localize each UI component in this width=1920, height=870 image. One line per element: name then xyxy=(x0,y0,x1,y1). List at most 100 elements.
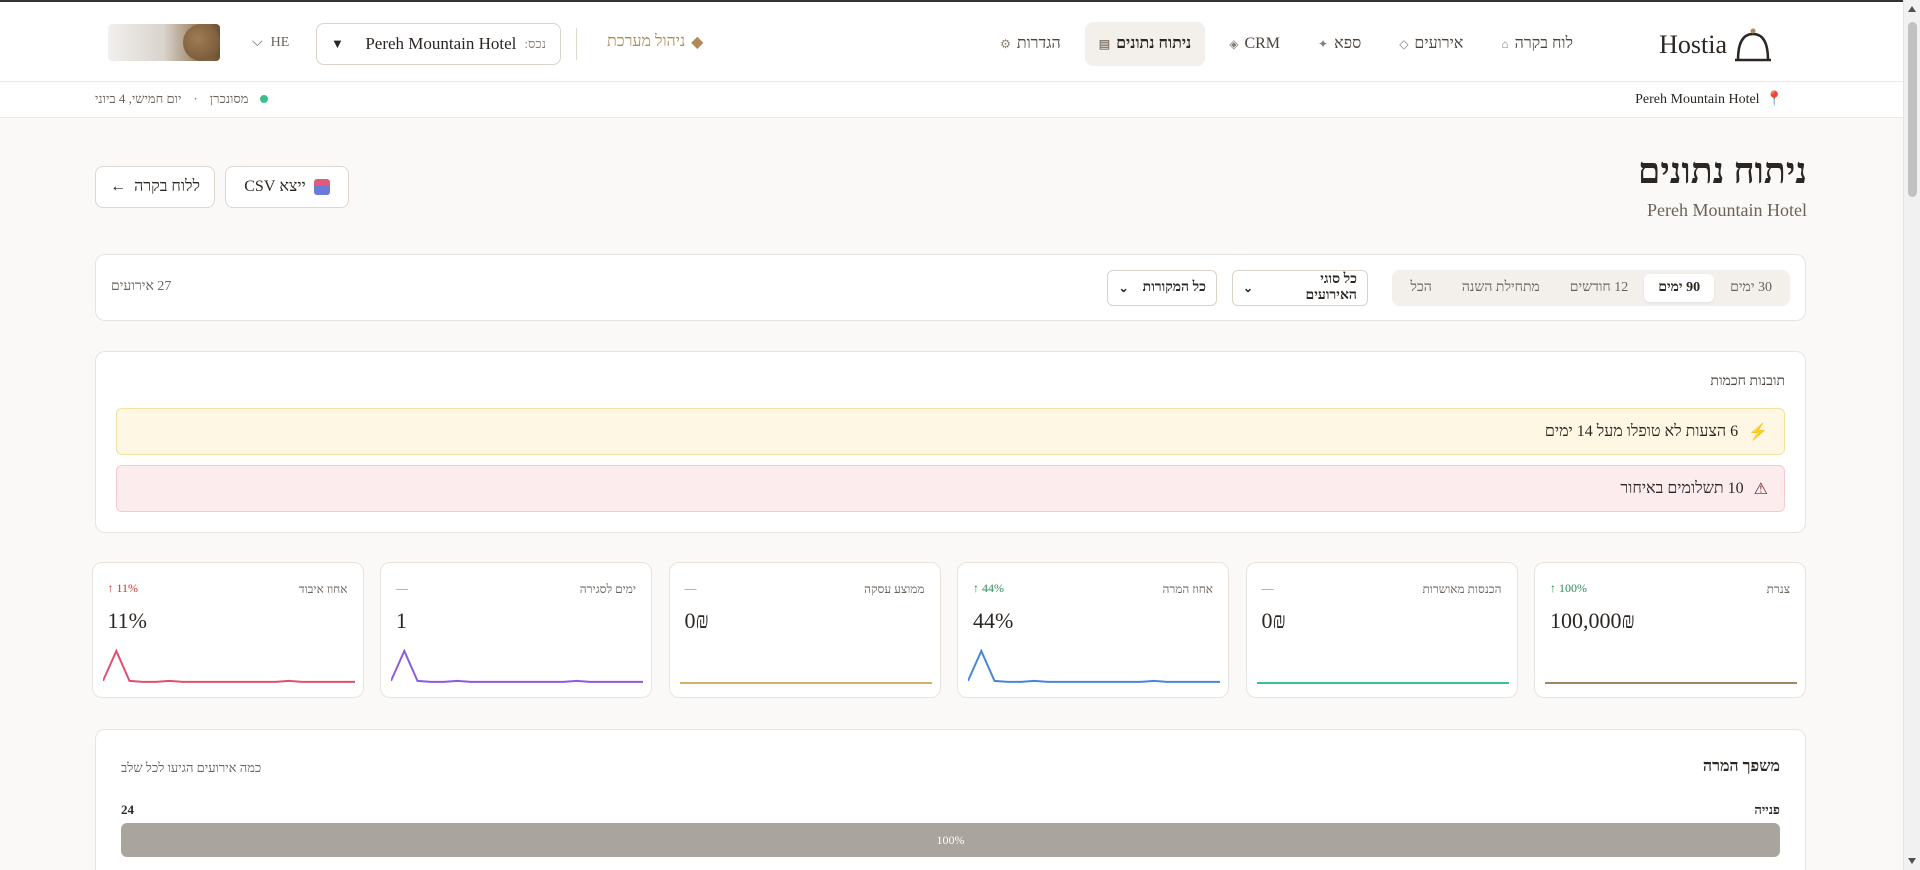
period-option[interactable]: 30 ימים xyxy=(1716,274,1786,302)
current-date: יום חמישי, 4 ביוני xyxy=(95,91,182,106)
separator: · xyxy=(193,91,198,106)
bell-dome-icon xyxy=(1735,28,1771,62)
brand-name: Hostia xyxy=(1659,30,1727,59)
export-csv-label: ייצא CSV xyxy=(244,178,306,195)
events-count: 27 אירועים xyxy=(111,279,172,294)
kpi-delta: ↑ 44% xyxy=(973,581,1004,595)
kpi-value: 100,000₪ xyxy=(1550,608,1635,633)
kpi-sparkline xyxy=(1256,682,1509,684)
sync-status-text: מסונכרן xyxy=(209,91,249,106)
sparkline-series xyxy=(968,648,1220,683)
kpi-card[interactable]: אחוז איבוד ↑ 11% 11% xyxy=(91,562,364,698)
nav-item-label: הגדרות xyxy=(1016,35,1061,52)
period-option[interactable]: מתחילת השנה xyxy=(1448,274,1554,302)
admin-link[interactable]: ◆ ניהול מערכת xyxy=(607,32,703,52)
chevron-down-icon: ⌄ xyxy=(1243,280,1254,295)
kpi-value: 0₪ xyxy=(1261,608,1286,633)
scrollbar-thumb[interactable] xyxy=(1908,22,1917,197)
sync-status: מסונכרן · יום חמישי, 4 ביוני xyxy=(95,91,269,107)
export-csv-button[interactable]: ייצא CSV xyxy=(225,166,349,208)
insight-alert-text: 10 תשלומים באיחור xyxy=(1620,479,1744,497)
funnel-subtitle: כמה אירועים הגיעו לכל שלב xyxy=(121,760,262,775)
insight-alert-danger[interactable]: ⚠ 10 תשלומים באיחור xyxy=(116,465,1785,512)
kpi-title: צנרת xyxy=(1766,582,1790,596)
nav-icon: ◈ xyxy=(1229,36,1239,51)
scroll-up-icon[interactable] xyxy=(1908,6,1916,12)
event-type-value: כל סוגי האירועים xyxy=(1305,272,1357,303)
kpi-card[interactable]: אחוז המרה ↑ 44% 44% xyxy=(957,562,1229,698)
filters-bar: 30 ימים 90 ימים 12 חודשים מתחילת השנה הכל כל… xyxy=(95,254,1806,321)
nav-item-1[interactable]: אירועים ◇ xyxy=(1385,22,1477,66)
language-code: HE xyxy=(270,35,290,50)
user-avatar[interactable] xyxy=(108,24,220,61)
sparkline-series xyxy=(391,648,643,683)
download-icon xyxy=(313,179,330,195)
lightning-icon: ⚡ xyxy=(1748,423,1768,441)
kpi-delta: ↑ 11% xyxy=(107,581,139,595)
source-value: כל המקורות xyxy=(1142,280,1206,295)
event-type-select[interactable]: כל סוגי האירועים ⌄ xyxy=(1232,270,1368,306)
brand-logo[interactable]: Hostia xyxy=(1659,26,1773,64)
kpi-title: אחוז איבוד xyxy=(298,582,348,596)
kpi-delta: — xyxy=(396,581,408,595)
kpi-value: 44% xyxy=(973,608,1014,633)
kpi-card[interactable]: הכנסות מאושרות — 0₪ xyxy=(1245,562,1518,698)
sparkline-series xyxy=(102,648,355,683)
warning-icon: ⚠ xyxy=(1753,480,1768,498)
chevron-down-icon: ⌵ xyxy=(252,35,263,50)
period-option[interactable]: 90 ימים xyxy=(1644,274,1715,302)
nav-item-label: ספא xyxy=(1334,35,1362,52)
page-subtitle: Pereh Mountain Hotel xyxy=(1647,200,1807,220)
current-hotel: 📍 Pereh Mountain Hotel xyxy=(1635,91,1783,108)
kpi-value: 11% xyxy=(107,608,148,633)
property-select-value: Pereh Mountain Hotel xyxy=(365,34,517,53)
kpi-card[interactable]: ממוצע עסקה — 0₪ xyxy=(668,562,941,698)
smart-insights-panel: תובנות חכמות ⚡ 6 הצעות לא טופלו מעל 14 י… xyxy=(95,351,1806,533)
nav-item-label: ניתוח נתונים xyxy=(1116,35,1192,52)
nav-item-5[interactable]: הגדרות ⚙ xyxy=(986,22,1075,66)
nav-divider xyxy=(576,28,577,60)
kpi-sparkline xyxy=(968,648,1220,683)
kpi-title: ממוצע עסקה xyxy=(864,582,925,596)
period-option[interactable]: 12 חודשים xyxy=(1556,274,1642,302)
kpi-title: הכנסות מאושרות xyxy=(1422,582,1502,596)
nav-item-3[interactable]: CRM ◈ xyxy=(1215,22,1294,66)
source-select[interactable]: כל המקורות ⌄ xyxy=(1107,270,1217,306)
funnel-stage-percent: 100% xyxy=(936,832,965,847)
nav-icon: ◇ xyxy=(1399,36,1409,51)
kpi-title: אחוז המרה xyxy=(1162,582,1213,596)
period-option[interactable]: הכל xyxy=(1396,274,1445,302)
nav-item-4[interactable]: ניתוח נתונים ▤ xyxy=(1084,22,1206,66)
nav-item-2[interactable]: ספא ✦ xyxy=(1304,22,1375,66)
scroll-down-icon[interactable] xyxy=(1908,858,1916,864)
kpi-value: 0₪ xyxy=(684,608,709,633)
kpi-title: ימים לסגירה xyxy=(579,582,636,596)
back-to-dashboard-button[interactable]: ללוח בקרה ← xyxy=(95,166,215,208)
insight-alert-warning[interactable]: ⚡ 6 הצעות לא טופלו מעל 14 ימים xyxy=(116,408,1785,455)
funnel-stage-bar[interactable]: 100% xyxy=(121,823,1780,857)
nav-icon: ⚙ xyxy=(1000,36,1011,51)
kpi-card[interactable]: ימים לסגירה — 1 xyxy=(380,562,652,698)
conversion-funnel: משפך המרה כמה אירועים הגיעו לכל שלב פניי… xyxy=(95,729,1806,870)
arrow-left-icon: ← xyxy=(110,178,127,195)
admin-link-label: ניהול מערכת xyxy=(607,33,686,50)
kpi-delta: — xyxy=(684,581,697,595)
nav-icon: ⌂ xyxy=(1501,36,1509,51)
property-select[interactable]: נכס: Pereh Mountain Hotel ▼ xyxy=(316,23,561,65)
kpi-sparkline xyxy=(679,682,932,684)
page-scrollbar[interactable] xyxy=(1903,0,1920,870)
nav-item-label: CRM xyxy=(1244,35,1281,52)
main-nav: לוח בקרה ⌂ אירועים ◇ ספא ✦ CRM ◈ ניתוח נתונים ▤ הג… xyxy=(986,22,1587,66)
kpi-sparkline xyxy=(102,648,355,683)
funnel-stage-count: 24 xyxy=(121,802,134,817)
insights-title: תובנות חכמות xyxy=(1710,374,1785,389)
kpi-card[interactable]: צנרת ↑ 100% 100,000₪ xyxy=(1534,562,1806,698)
nav-item-0[interactable]: לוח בקרה ⌂ xyxy=(1487,22,1587,66)
funnel-title: משפך המרה xyxy=(1702,758,1780,775)
nav-icon: ▤ xyxy=(1098,36,1111,51)
kpi-sparkline xyxy=(391,648,643,683)
avatar-photo xyxy=(183,24,220,61)
kpi-value: 1 xyxy=(396,608,407,633)
funnel-stage-name: פנייה xyxy=(1754,802,1780,817)
language-switcher[interactable]: ⌵ HE xyxy=(252,35,289,51)
